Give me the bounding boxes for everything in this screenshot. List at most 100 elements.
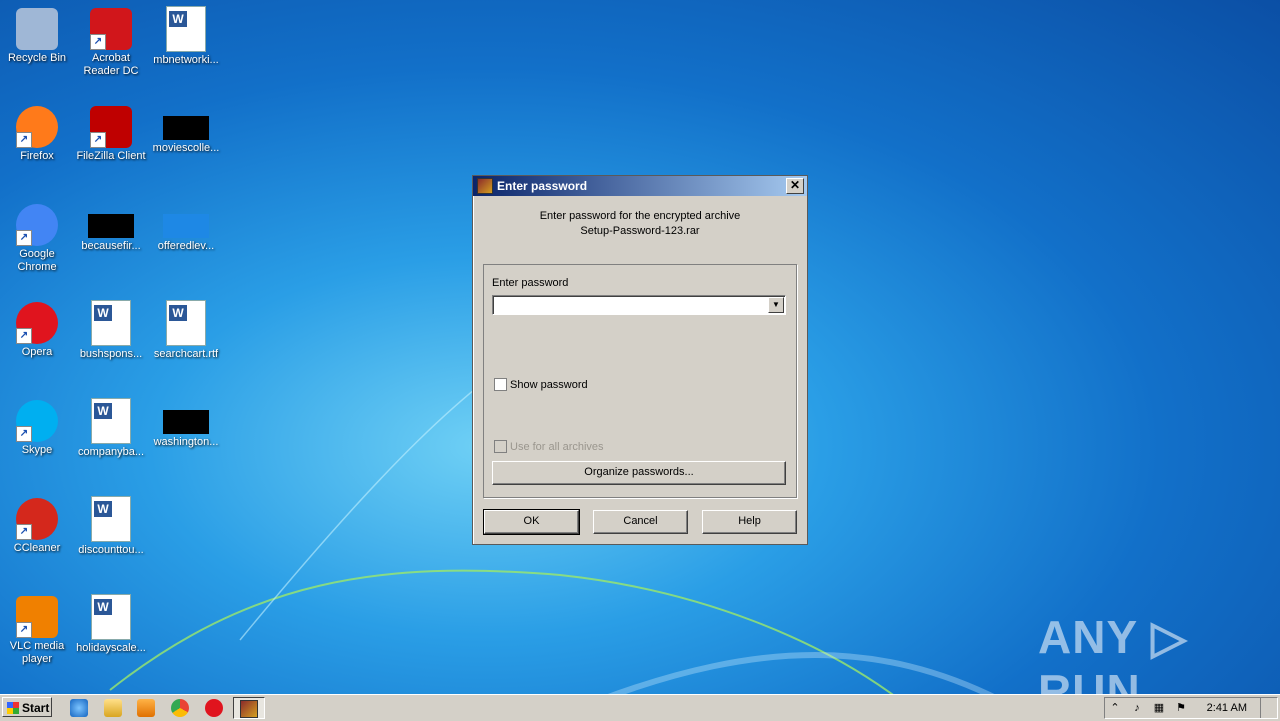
desktop-icon[interactable]: Wbushspons... <box>74 294 148 361</box>
desktop-icon-label: searchcart.rtf <box>153 348 219 360</box>
archive-name: Setup-Password-123.rar <box>580 225 700 237</box>
dialog-message-line1: Enter password for the encrypted archive <box>539 210 741 222</box>
word-document-icon: W <box>91 496 131 542</box>
desktop-icon[interactable]: Wmbnetworki... <box>149 0 223 67</box>
recycle-bin-icon <box>16 8 58 50</box>
desktop-icon-label: Opera <box>21 346 53 358</box>
clock[interactable]: 2:41 AM <box>1207 702 1247 714</box>
dialog-titlebar[interactable]: Enter password <box>473 176 807 196</box>
enter-password-dialog: Enter password ✕ Enter password for the … <box>472 175 808 545</box>
desktop-icon[interactable]: becausefir... <box>74 196 148 253</box>
shortcut-arrow-icon: ↗ <box>16 426 32 442</box>
desktop-icon[interactable]: Wsearchcart.rtf <box>149 294 223 361</box>
ccleaner-icon: ↗ <box>16 498 58 540</box>
blue-thumbnail-icon <box>163 214 209 238</box>
shortcut-arrow-icon: ↗ <box>90 34 106 50</box>
word-document-icon: W <box>166 300 206 346</box>
start-label: Start <box>22 701 50 715</box>
black-thumbnail-icon <box>163 410 209 434</box>
desktop-icon-label: moviescolle... <box>152 142 220 154</box>
system-tray: ⌃ ♪ ▦ ⚑ 2:41 AM <box>1104 697 1278 719</box>
desktop-icon[interactable]: ↗ Skype <box>0 392 74 457</box>
acrobat-reader-icon: ↗ <box>90 8 132 50</box>
word-document-icon: W <box>91 300 131 346</box>
word-logo-icon: W <box>94 305 112 321</box>
chrome-icon: ↗ <box>16 204 58 246</box>
opera-icon[interactable] <box>205 699 223 717</box>
desktop-icon-label: bushspons... <box>79 348 143 360</box>
shortcut-arrow-icon: ↗ <box>16 622 32 638</box>
black-thumbnail-icon <box>163 116 209 140</box>
chevron-down-icon[interactable]: ▼ <box>768 297 784 313</box>
close-button[interactable]: ✕ <box>786 178 804 194</box>
volume-icon[interactable]: ♪ <box>1131 702 1143 714</box>
desktop-icon-label: FileZilla Client <box>76 150 146 162</box>
password-label: Enter password <box>492 277 569 289</box>
desktop-icon-label: discounttou... <box>78 544 144 556</box>
show-password-checkbox[interactable] <box>494 378 507 391</box>
desktop-icon-label: mbnetworki... <box>153 54 219 66</box>
desktop-icon[interactable]: ↗ Acrobat Reader DC <box>74 0 148 78</box>
shortcut-arrow-icon: ↗ <box>16 230 32 246</box>
ok-button[interactable]: OK <box>483 509 580 535</box>
chrome-icon[interactable] <box>171 699 189 717</box>
show-password-label: Show password <box>510 379 588 391</box>
word-logo-icon: W <box>169 305 187 321</box>
shortcut-arrow-icon: ↗ <box>16 132 32 148</box>
use-for-all-checkbox[interactable] <box>494 440 507 453</box>
desktop-icon[interactable]: offeredlev... <box>149 196 223 253</box>
start-button[interactable]: Start <box>2 697 52 717</box>
desktop-icon-label: Recycle Bin <box>7 52 67 64</box>
taskbar: Start ⌃ ♪ ▦ ⚑ 2:41 AM <box>0 694 1280 721</box>
desktop-icon[interactable]: ↗ Opera <box>0 294 74 359</box>
use-for-all-label: Use for all archives <box>510 441 604 453</box>
firefox-icon: ↗ <box>16 106 58 148</box>
desktop-icon-label: Acrobat Reader DC <box>83 52 139 77</box>
organize-passwords-button[interactable]: Organize passwords... <box>492 461 786 485</box>
desktop-icon[interactable]: ↗ FileZilla Client <box>74 98 148 163</box>
cancel-button[interactable]: Cancel <box>593 510 688 534</box>
desktop-icon[interactable]: washington... <box>149 392 223 449</box>
action-center-flag-icon[interactable]: ⚑ <box>1175 702 1187 714</box>
skype-icon: ↗ <box>16 400 58 442</box>
desktop-icon[interactable]: ↗ CCleaner <box>0 490 74 555</box>
word-logo-icon: W <box>94 501 112 517</box>
taskbar-winrar-button[interactable] <box>233 697 265 719</box>
desktop-icon[interactable]: ↗ Firefox <box>0 98 74 163</box>
chevron-up-icon[interactable]: ⌃ <box>1109 702 1121 714</box>
explorer-folder-icon[interactable] <box>104 699 122 717</box>
password-group: Enter password ▼ Show password Use for a… <box>483 264 797 498</box>
desktop-icon[interactable]: Wdiscounttou... <box>74 490 148 557</box>
desktop-icon-label: offeredlev... <box>157 240 215 252</box>
network-icon[interactable]: ▦ <box>1153 702 1165 714</box>
filezilla-icon: ↗ <box>90 106 132 148</box>
show-desktop-button[interactable] <box>1260 698 1275 718</box>
desktop-icon[interactable]: Recycle Bin <box>0 0 74 65</box>
desktop-icon-label: Skype <box>21 444 53 456</box>
help-button[interactable]: Help <box>702 510 797 534</box>
media-player-icon[interactable] <box>137 699 155 717</box>
winrar-icon <box>240 700 258 718</box>
word-document-icon: W <box>91 398 131 444</box>
winrar-icon <box>477 178 493 194</box>
desktop-icon-label: VLC media player <box>9 640 65 665</box>
word-logo-icon: W <box>94 403 112 419</box>
word-logo-icon: W <box>94 599 112 615</box>
desktop-icon[interactable]: Wholidayscale... <box>74 588 148 655</box>
desktop-icon-label: becausefir... <box>81 240 141 252</box>
desktop-icon-label: companyba... <box>77 446 145 458</box>
internet-explorer-icon[interactable] <box>70 699 88 717</box>
windows-logo-icon <box>7 702 19 714</box>
word-logo-icon: W <box>169 11 187 27</box>
dialog-title: Enter password <box>497 179 588 193</box>
word-document-icon: W <box>166 6 206 52</box>
desktop-icon[interactable]: ↗ Google Chrome <box>0 196 74 274</box>
word-document-icon: W <box>91 594 131 640</box>
desktop-icon-label: CCleaner <box>13 542 61 554</box>
desktop-icon[interactable]: ↗ VLC media player <box>0 588 74 666</box>
shortcut-arrow-icon: ↗ <box>90 132 106 148</box>
password-input[interactable]: ▼ <box>492 295 786 315</box>
desktop-icon[interactable]: moviescolle... <box>149 98 223 155</box>
black-thumbnail-icon <box>88 214 134 238</box>
desktop-icon[interactable]: Wcompanyba... <box>74 392 148 459</box>
